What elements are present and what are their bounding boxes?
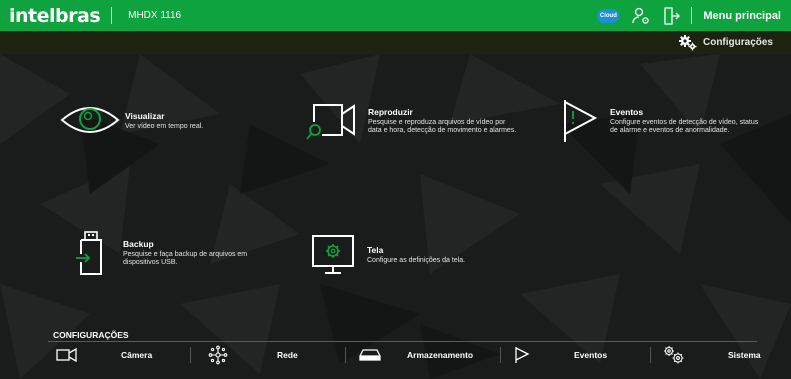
tile-title: Reproduzir — [368, 107, 413, 117]
tile-desc-line: Pesquise e reproduza arquivos de vídeo p… — [368, 119, 506, 126]
tile-title: Eventos — [610, 107, 644, 117]
network-icon — [208, 345, 228, 365]
settings-divider — [48, 341, 757, 342]
logout-icon[interactable] — [661, 6, 681, 26]
separator — [500, 347, 501, 363]
settings-item-storage[interactable]: Armazenamento — [359, 344, 509, 366]
settings-item-camera[interactable]: Câmera — [56, 344, 196, 366]
user-settings-icon[interactable] — [631, 6, 651, 26]
brand-logo: intelbras — [9, 4, 101, 27]
tile-desc-line: data e hora, detecção de movimento e ala… — [368, 127, 517, 134]
tile-desc-line: de alarme e eventos de anormalidade. — [610, 127, 730, 134]
tile-desc-line: Configure eventos de detecção de vídeo, … — [610, 119, 759, 126]
settings-item-network[interactable]: Rede — [208, 344, 338, 366]
settings-item-events[interactable]: Eventos — [514, 344, 654, 366]
tile-title: Backup — [123, 239, 154, 249]
header-divider — [111, 7, 113, 24]
storage-icon — [359, 349, 381, 361]
tile-backup[interactable]: Backup Pesquise e faça backup de arquivo… — [75, 230, 247, 276]
sub-bar — [0, 31, 791, 54]
tile-title: Tela — [367, 245, 384, 255]
tile-title: Visualizar — [125, 111, 165, 121]
settings-item-label: Rede — [277, 350, 298, 360]
system-gears-icon — [664, 346, 684, 364]
settings-item-label: Eventos — [574, 350, 608, 360]
eye-icon — [60, 107, 120, 133]
separator — [345, 347, 346, 363]
settings-section-title: CONFIGURAÇÕES — [53, 330, 129, 340]
tile-visualizar[interactable]: Visualizar Ver vídeo em tempo real. — [60, 100, 203, 140]
settings-label: Configurações — [702, 37, 773, 48]
device-model: MHDX 1116 — [128, 10, 182, 21]
tile-desc-line: Pesquise e faça backup de arquivos em — [123, 251, 248, 258]
tile-desc: Configure as definições da tela. — [367, 257, 466, 264]
header-divider-right — [691, 7, 693, 24]
settings-item-system[interactable]: Sistema — [663, 344, 763, 366]
cloud-icon[interactable]: Cloud — [597, 8, 620, 23]
tile-desc: Ver vídeo em tempo real. — [125, 123, 204, 130]
separator — [190, 347, 191, 363]
separator — [650, 347, 651, 363]
top-bar: intelbras MHDX 1116 Cloud Menu principal — [0, 0, 791, 31]
tile-eventos[interactable]: Eventos Configure eventos de detecção de… — [561, 98, 758, 144]
flag-icon — [515, 347, 530, 363]
flag-icon — [564, 100, 598, 142]
usb-backup-icon — [76, 231, 102, 275]
settings-button[interactable]: Configurações — [678, 31, 773, 54]
tile-reproduzir[interactable]: Reproduzir Pesquise e reproduza arquivos… — [306, 100, 516, 142]
gears-icon — [678, 34, 697, 50]
camera-icon — [56, 348, 77, 362]
cloud-label: Cloud — [599, 12, 617, 19]
video-search-icon — [306, 104, 355, 140]
tile-tela[interactable]: Tela Configure as definições da tela. — [311, 234, 465, 276]
settings-item-label: Sistema — [728, 350, 761, 360]
settings-item-label: Câmera — [121, 350, 153, 360]
main-menu-button[interactable]: Menu principal — [703, 10, 781, 22]
tile-desc-line: dispositivos USB. — [123, 259, 178, 266]
monitor-settings-icon — [312, 235, 354, 274]
settings-item-label: Armazenamento — [407, 350, 474, 360]
